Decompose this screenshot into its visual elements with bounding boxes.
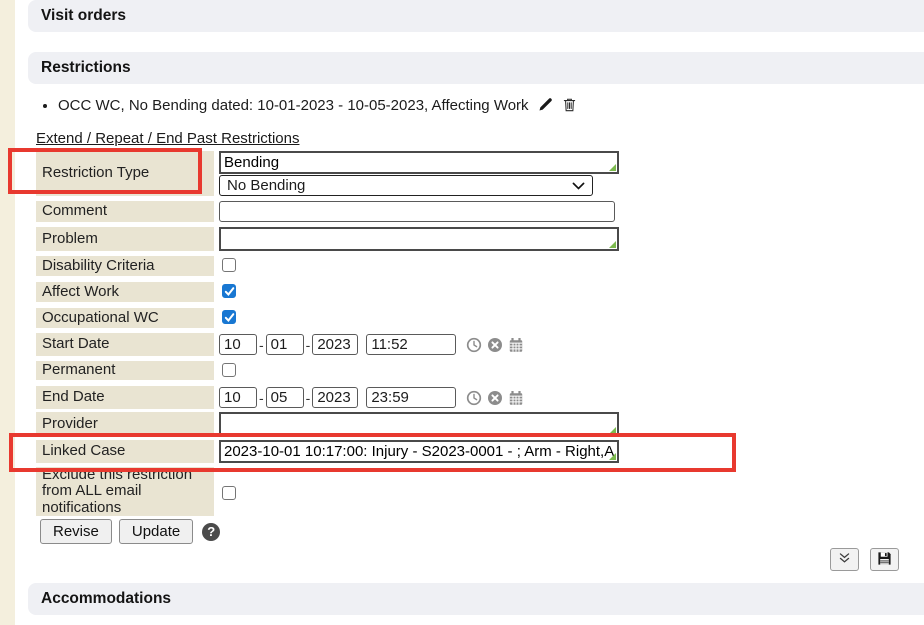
start-date-label: Start Date: [36, 333, 214, 356]
date-separator: -: [259, 337, 264, 353]
form-action-buttons: Revise Update ?: [40, 519, 220, 544]
start-month-input[interactable]: [219, 334, 257, 355]
section-corner-buttons: [830, 548, 899, 571]
row-provider: Provider: [36, 412, 796, 437]
problem-label: Problem: [36, 227, 214, 251]
save-section-button[interactable]: [870, 548, 899, 571]
visit-orders-page: Visit orders Restrictions OCC WC, No Ben…: [0, 0, 924, 625]
save-floppy-icon: [877, 551, 892, 569]
section-header-visit-orders: Visit orders: [28, 0, 924, 32]
date-separator: -: [306, 337, 311, 353]
help-icon[interactable]: ?: [202, 523, 220, 541]
clear-date-icon[interactable]: [487, 337, 503, 353]
row-problem: Problem: [36, 227, 796, 251]
calendar-icon[interactable]: [508, 337, 524, 353]
chevron-down-icon: [572, 177, 585, 194]
row-occupational-wc: Occupational WC: [36, 308, 796, 328]
restriction-type-select[interactable]: No Bending: [219, 175, 593, 196]
date-separator: -: [306, 390, 311, 406]
comment-label: Comment: [36, 201, 214, 222]
row-end-date: End Date - -: [36, 386, 796, 409]
end-month-input[interactable]: [219, 387, 257, 408]
section-header-accommodations: Accommodations: [28, 583, 924, 615]
revise-button[interactable]: Revise: [40, 519, 112, 544]
restriction-type-label: Restriction Type: [36, 151, 214, 196]
restriction-item-text: OCC WC, No Bending dated: 10-01-2023 - 1…: [58, 97, 529, 114]
occupational-wc-label: Occupational WC: [36, 308, 214, 328]
affect-work-label: Affect Work: [36, 282, 214, 302]
clock-icon[interactable]: [466, 337, 482, 353]
exclude-email-label: Exclude this restriction from ALL email …: [36, 467, 214, 516]
disability-criteria-label: Disability Criteria: [36, 256, 214, 276]
start-day-input[interactable]: [266, 334, 304, 355]
end-day-input[interactable]: [266, 387, 304, 408]
accommodations-title: Accommodations: [41, 590, 171, 608]
clock-icon[interactable]: [466, 390, 482, 406]
row-exclude-email: Exclude this restriction from ALL email …: [36, 467, 796, 516]
clear-date-icon[interactable]: [487, 390, 503, 406]
linked-case-textarea[interactable]: 2023-10-01 10:17:00: Injury - S2023-0001…: [219, 440, 619, 463]
row-affect-work: Affect Work: [36, 282, 796, 302]
section-header-restrictions: Restrictions: [28, 52, 924, 84]
permanent-label: Permanent: [36, 361, 214, 380]
provider-label: Provider: [36, 412, 214, 437]
date-separator: -: [259, 390, 264, 406]
row-disability-criteria: Disability Criteria: [36, 256, 796, 276]
restriction-list: OCC WC, No Bending dated: 10-01-2023 - 1…: [40, 96, 577, 118]
end-year-input[interactable]: [312, 387, 358, 408]
row-start-date: Start Date - -: [36, 333, 796, 356]
start-year-input[interactable]: [312, 334, 358, 355]
occupational-wc-checkbox[interactable]: [222, 310, 236, 324]
end-time-input[interactable]: [366, 387, 456, 408]
linked-case-label: Linked Case: [36, 440, 214, 463]
restriction-list-item: OCC WC, No Bending dated: 10-01-2023 - 1…: [58, 96, 577, 118]
disability-criteria-checkbox[interactable]: [222, 258, 236, 272]
problem-textarea[interactable]: [219, 227, 619, 251]
row-linked-case: Linked Case 2023-10-01 10:17:00: Injury …: [36, 440, 796, 463]
restriction-type-selected-option: No Bending: [227, 177, 305, 194]
comment-input[interactable]: [219, 201, 615, 222]
left-margin-strip: [0, 0, 15, 625]
collapse-section-button[interactable]: [830, 548, 859, 571]
start-time-input[interactable]: [366, 334, 456, 355]
permanent-checkbox[interactable]: [222, 363, 236, 377]
double-chevron-down-icon: [838, 552, 851, 567]
edit-pencil-icon[interactable]: [538, 97, 553, 118]
update-button[interactable]: Update: [119, 519, 193, 544]
restriction-form: Restriction Type Bending No Bending Comm…: [36, 151, 796, 520]
exclude-email-checkbox[interactable]: [222, 486, 236, 500]
calendar-icon[interactable]: [508, 390, 524, 406]
extend-repeat-end-link[interactable]: Extend / Repeat / End Past Restrictions: [36, 130, 299, 147]
row-permanent: Permanent: [36, 361, 796, 380]
end-date-label: End Date: [36, 386, 214, 409]
restrictions-title: Restrictions: [41, 59, 131, 77]
provider-textarea[interactable]: [219, 412, 619, 437]
affect-work-checkbox[interactable]: [222, 284, 236, 298]
row-comment: Comment: [36, 201, 796, 222]
row-restriction-type: Restriction Type Bending No Bending: [36, 151, 796, 196]
restriction-category-textarea[interactable]: Bending: [219, 151, 619, 174]
visit-orders-title: Visit orders: [41, 7, 126, 25]
delete-trash-icon[interactable]: [562, 97, 577, 118]
